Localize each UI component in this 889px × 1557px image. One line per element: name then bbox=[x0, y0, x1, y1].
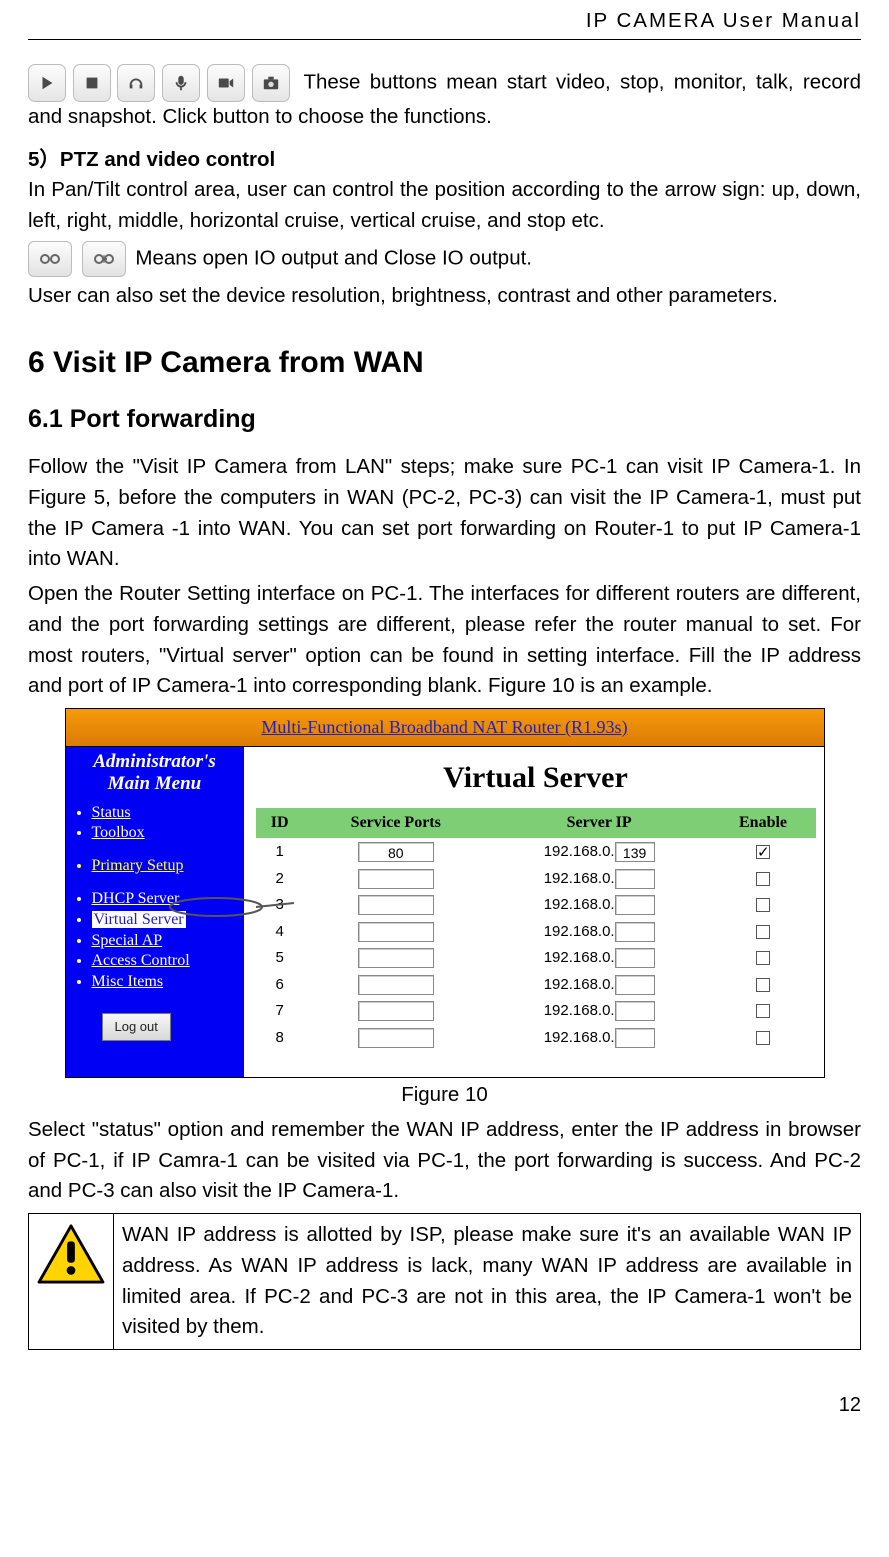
row-id: 3 bbox=[256, 892, 304, 919]
service-port-input[interactable] bbox=[358, 948, 434, 968]
warning-text: WAN IP address is allotted by ISP, pleas… bbox=[114, 1214, 861, 1350]
sidebar-item-primary-setup[interactable]: Primary Setup bbox=[92, 856, 236, 877]
router-sidebar: Administrator's Main Menu Status Toolbox… bbox=[66, 747, 244, 1077]
enable-checkbox[interactable] bbox=[756, 845, 770, 859]
sidebar-item-misc[interactable]: Misc Items bbox=[92, 972, 236, 993]
warning-icon bbox=[37, 1224, 105, 1284]
warning-box: WAN IP address is allotted by ISP, pleas… bbox=[28, 1213, 861, 1350]
server-ip-input[interactable] bbox=[615, 869, 655, 889]
io-close-icon bbox=[82, 241, 126, 277]
enable-checkbox[interactable] bbox=[756, 1031, 770, 1045]
col-ip: Server IP bbox=[488, 808, 711, 839]
table-row: 3 192.168.0. bbox=[256, 892, 816, 919]
page-header: IP CAMERA User Manual bbox=[28, 0, 861, 40]
service-port-input[interactable] bbox=[358, 922, 434, 942]
sidebar-item-special-ap[interactable]: Special AP bbox=[92, 931, 236, 952]
ip-prefix: 192.168.0. bbox=[544, 949, 615, 966]
row-id: 8 bbox=[256, 1025, 304, 1052]
service-port-input[interactable] bbox=[358, 1028, 434, 1048]
ip-prefix: 192.168.0. bbox=[544, 896, 615, 913]
chapter-title: 6 Visit IP Camera from WAN bbox=[28, 340, 861, 385]
snapshot-icon bbox=[252, 64, 290, 102]
server-ip-input[interactable] bbox=[615, 975, 655, 995]
ip-prefix: 192.168.0. bbox=[544, 1002, 615, 1019]
virtual-server-table: ID Service Ports Server IP Enable 1 80 192… bbox=[256, 808, 816, 1051]
sidebar-item-status[interactable]: Status bbox=[92, 803, 236, 824]
service-port-input[interactable] bbox=[358, 895, 434, 915]
page-number: 12 bbox=[28, 1390, 861, 1420]
microphone-icon bbox=[162, 64, 200, 102]
section61-p2: Open the Router Setting interface on PC-… bbox=[28, 579, 861, 702]
section5-p2: User can also set the device resolution,… bbox=[28, 281, 861, 312]
sidebar-item-toolbox[interactable]: Toolbox bbox=[92, 823, 236, 844]
row-id: 7 bbox=[256, 998, 304, 1025]
service-port-input[interactable] bbox=[358, 1001, 434, 1021]
toolbar-icons bbox=[28, 64, 291, 102]
sidebar-item-virtual-label: Virtual Server bbox=[92, 911, 186, 928]
sidebar-item-access-control[interactable]: Access Control bbox=[92, 951, 236, 972]
service-port-input[interactable] bbox=[358, 869, 434, 889]
server-ip-input[interactable]: 139 bbox=[615, 842, 655, 862]
enable-checkbox[interactable] bbox=[756, 951, 770, 965]
col-ports: Service Ports bbox=[304, 808, 488, 839]
figure-caption: Figure 10 bbox=[28, 1080, 861, 1111]
server-ip-input[interactable] bbox=[615, 1028, 655, 1048]
row-id: 6 bbox=[256, 972, 304, 999]
table-row: 4 192.168.0. bbox=[256, 919, 816, 946]
service-port-input[interactable]: 80 bbox=[358, 842, 434, 862]
table-row: 7 192.168.0. bbox=[256, 998, 816, 1025]
row-id: 2 bbox=[256, 866, 304, 893]
router-sidebar-title: Administrator's Main Menu bbox=[74, 751, 236, 795]
col-enable: Enable bbox=[711, 808, 816, 839]
table-row: 1 80 192.168.0.139 bbox=[256, 839, 816, 866]
ip-prefix: 192.168.0. bbox=[544, 870, 615, 887]
io-line: Means open IO output and Close IO output… bbox=[28, 241, 861, 277]
stop-icon bbox=[73, 64, 111, 102]
enable-checkbox[interactable] bbox=[756, 925, 770, 939]
play-icon bbox=[28, 64, 66, 102]
section61-title: 6.1 Port forwarding bbox=[28, 401, 861, 439]
service-port-input[interactable] bbox=[358, 975, 434, 995]
server-ip-input[interactable] bbox=[615, 948, 655, 968]
ip-prefix: 192.168.0. bbox=[544, 1029, 615, 1046]
section5-title: 5）PTZ and video control bbox=[28, 145, 861, 176]
router-sidebar-title-l1: Administrator's bbox=[93, 751, 216, 772]
enable-checkbox[interactable] bbox=[756, 1004, 770, 1018]
table-row: 6 192.168.0. bbox=[256, 972, 816, 999]
router-main-heading: Virtual Server bbox=[256, 755, 816, 800]
ip-prefix: 192.168.0. bbox=[544, 976, 615, 993]
headphones-icon bbox=[117, 64, 155, 102]
server-ip-input[interactable] bbox=[615, 922, 655, 942]
row-id: 5 bbox=[256, 945, 304, 972]
record-icon bbox=[207, 64, 245, 102]
server-ip-input[interactable] bbox=[615, 1001, 655, 1021]
intro-paragraph: These buttons mean start video, stop, mo… bbox=[28, 64, 861, 133]
section61-p1: Follow the "Visit IP Camera from LAN" st… bbox=[28, 452, 861, 575]
table-row: 8 192.168.0. bbox=[256, 1025, 816, 1052]
router-screenshot: Multi-Functional Broadband NAT Router (R… bbox=[65, 708, 825, 1078]
table-row: 5 192.168.0. bbox=[256, 945, 816, 972]
ip-prefix: 192.168.0. bbox=[544, 843, 615, 860]
enable-checkbox[interactable] bbox=[756, 872, 770, 886]
router-main-panel: Virtual Server ID Service Ports Server I… bbox=[244, 747, 824, 1077]
sidebar-item-virtual-server[interactable]: Virtual Server bbox=[92, 910, 236, 931]
io-open-icon bbox=[28, 241, 72, 277]
section5-p1: In Pan/Tilt control area, user can contr… bbox=[28, 175, 861, 237]
router-titlebar: Multi-Functional Broadband NAT Router (R… bbox=[66, 709, 824, 747]
row-id: 4 bbox=[256, 919, 304, 946]
col-id: ID bbox=[256, 808, 304, 839]
enable-checkbox[interactable] bbox=[756, 978, 770, 992]
enable-checkbox[interactable] bbox=[756, 898, 770, 912]
router-sidebar-title-l2: Main Menu bbox=[108, 773, 201, 794]
doc-title: IP CAMERA User Manual bbox=[586, 9, 861, 32]
io-text: Means open IO output and Close IO output… bbox=[135, 246, 532, 269]
server-ip-input[interactable] bbox=[615, 895, 655, 915]
table-row: 2 192.168.0. bbox=[256, 866, 816, 893]
ip-prefix: 192.168.0. bbox=[544, 923, 615, 940]
logout-button[interactable]: Log out bbox=[102, 1013, 171, 1041]
row-id: 1 bbox=[256, 839, 304, 866]
after-figure-p1: Select "status" option and remember the … bbox=[28, 1115, 861, 1207]
sidebar-item-dhcp[interactable]: DHCP Server bbox=[92, 889, 236, 910]
warning-icon-cell bbox=[29, 1214, 114, 1350]
